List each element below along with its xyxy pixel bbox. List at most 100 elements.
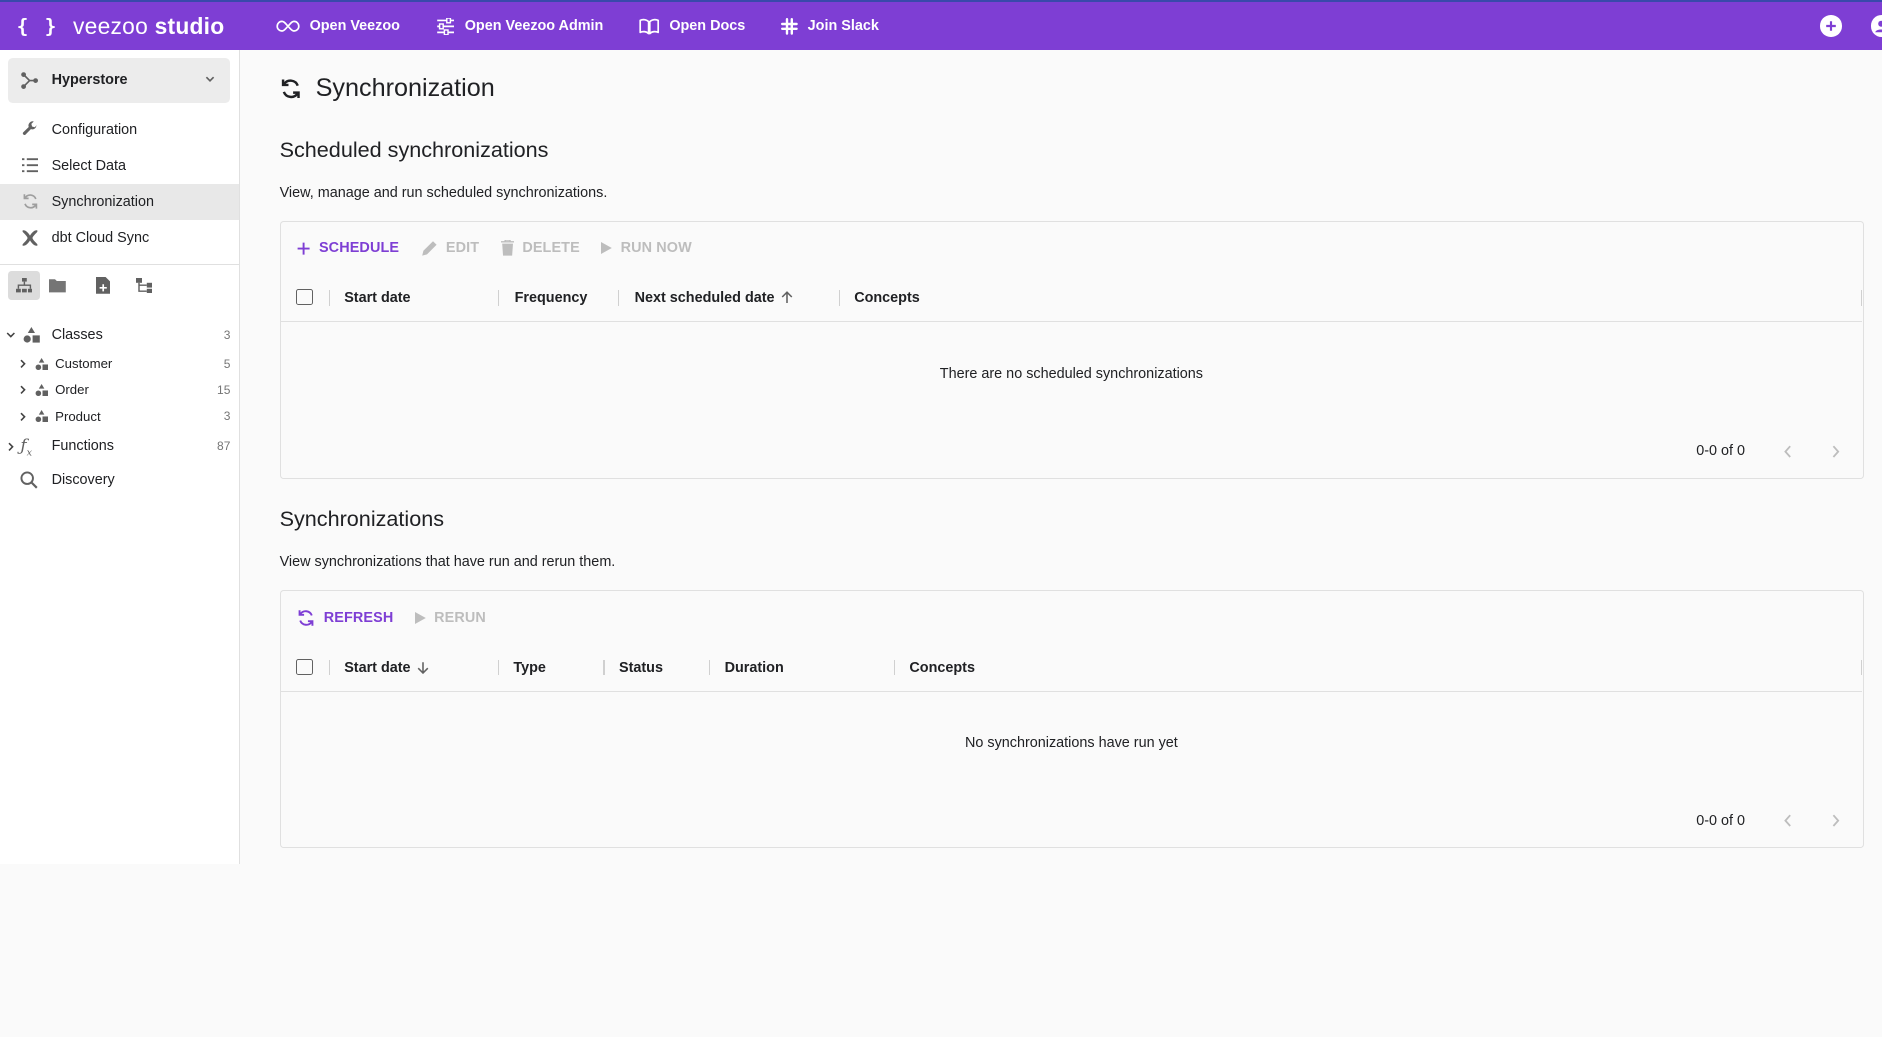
select-all-checkbox[interactable]	[296, 658, 313, 675]
tree-customer-count: 5	[223, 356, 231, 371]
history-toolbar: Refresh Rerun	[297, 606, 507, 630]
tree-item-classes[interactable]: Classes 3	[0, 322, 239, 348]
graph-nodes-icon	[21, 71, 39, 89]
run-now-button[interactable]: Run now	[601, 240, 692, 257]
chevron-right-icon	[20, 412, 26, 421]
delete-button[interactable]: Delete	[500, 240, 580, 257]
nav-select-data-label: Select Data	[51, 157, 126, 174]
column-separator	[1860, 659, 1863, 676]
chevron-right-icon	[1833, 445, 1840, 458]
tree-item-functions[interactable]: ƒx Functions 87	[0, 433, 239, 459]
project-name: Hyperstore	[51, 72, 128, 89]
scheduled-toolbar: Schedule Edit Delete Run now	[297, 236, 713, 260]
chevron-right-icon	[20, 385, 26, 395]
chevron-right-icon	[20, 359, 26, 368]
chevron-right-icon	[8, 442, 14, 451]
tree-structure-button[interactable]	[128, 271, 159, 300]
column-concepts[interactable]: Concepts	[854, 275, 920, 322]
column-type[interactable]: Type	[513, 644, 546, 691]
chevron-left-icon	[1784, 445, 1792, 458]
tree-order-label: Order	[55, 382, 89, 398]
open-veezoo-label: Open Veezoo	[309, 18, 400, 35]
shapes-icon	[35, 357, 48, 370]
column-duration[interactable]: Duration	[725, 644, 784, 691]
sidebar: Hyperstore Configuration Select Data Syn…	[0, 50, 240, 864]
rerun-button[interactable]: Rerun	[414, 609, 486, 626]
column-start-date[interactable]: Start date	[344, 275, 410, 322]
refresh-button[interactable]: Refresh	[297, 609, 393, 627]
tree-item-product[interactable]: Product 3	[0, 404, 239, 428]
folder-view-button[interactable]	[42, 271, 73, 300]
chevron-down-icon	[205, 76, 215, 83]
open-docs-label: Open Docs	[669, 18, 746, 35]
add-button[interactable]	[1820, 15, 1842, 37]
previous-page-button[interactable]	[1779, 811, 1798, 830]
play-icon	[601, 242, 613, 255]
play-icon	[414, 611, 426, 624]
chevron-right-icon	[1833, 815, 1840, 827]
brand-logo[interactable]: { } veezoo studio	[17, 13, 276, 40]
slack-icon	[781, 17, 799, 35]
sliders-icon	[437, 17, 454, 35]
column-separator	[603, 659, 605, 676]
delete-button-label: Delete	[522, 240, 580, 257]
tree-classes-count: 3	[223, 327, 231, 342]
pagination-range: 0-0 of 0	[1696, 813, 1746, 829]
column-separator	[497, 290, 499, 306]
schedule-button[interactable]: Schedule	[297, 240, 399, 256]
column-concepts[interactable]: Concepts	[909, 644, 975, 691]
column-next-scheduled-date[interactable]: Next scheduled date	[635, 275, 793, 322]
select-all-checkbox[interactable]	[296, 288, 313, 306]
arrow-down-icon	[417, 662, 428, 675]
previous-page-button[interactable]	[1779, 442, 1798, 461]
column-separator	[328, 290, 330, 306]
brand-braces: { }	[16, 14, 59, 38]
nav-synchronization-label: Synchronization	[51, 193, 154, 210]
history-section-title: Synchronizations	[279, 506, 445, 532]
view-toggle-group	[8, 271, 162, 300]
open-docs-link[interactable]: Open Docs	[639, 18, 745, 35]
wrench-icon	[19, 119, 41, 141]
brand-name: veezoo studio	[73, 12, 225, 39]
tree-item-customer[interactable]: Customer 5	[0, 352, 239, 376]
page-title-text: Synchronization	[315, 74, 495, 103]
nav-dbt-cloud-sync[interactable]: dbt Cloud Sync	[0, 220, 239, 256]
open-veezoo-link[interactable]: Open Veezoo	[276, 18, 400, 34]
open-veezoo-admin-link[interactable]: Open Veezoo Admin	[436, 17, 603, 35]
tree-product-count: 3	[223, 409, 231, 424]
project-selector[interactable]: Hyperstore	[8, 57, 231, 104]
rerun-button-label: Rerun	[434, 609, 486, 626]
nav-configuration[interactable]: Configuration	[0, 112, 239, 148]
tree-item-discovery[interactable]: Discovery	[0, 467, 239, 493]
edit-button[interactable]: Edit	[421, 240, 479, 257]
nav-synchronization[interactable]: Synchronization	[0, 183, 239, 220]
join-slack-link[interactable]: Join Slack	[781, 17, 879, 35]
tree-order-count: 15	[217, 382, 231, 397]
next-page-button[interactable]	[1827, 442, 1846, 461]
top-bar: { } veezoo studio Open Veezoo Open Veezo…	[0, 0, 1882, 51]
nav-select-data[interactable]: Select Data	[0, 148, 239, 184]
book-icon	[639, 18, 660, 35]
sidebar-divider	[0, 263, 239, 266]
tree-functions-label: Functions	[51, 438, 114, 455]
account-button[interactable]	[1870, 15, 1882, 37]
history-table: Refresh Rerun Start date Type Status	[279, 590, 1864, 849]
scheduled-empty-message: There are no scheduled synchronizations	[939, 365, 1203, 382]
tree-item-order[interactable]: Order 15	[0, 378, 239, 402]
scheduled-section-title: Scheduled synchronizations	[279, 136, 549, 162]
column-separator	[617, 290, 619, 306]
search-icon	[20, 471, 38, 489]
column-frequency[interactable]: Frequency	[515, 275, 588, 322]
run-now-button-label: Run now	[620, 240, 692, 257]
next-page-button[interactable]	[1827, 811, 1846, 830]
tree-product-label: Product	[55, 408, 101, 424]
schedule-button-label: Schedule	[318, 240, 400, 257]
hierarchy-view-button[interactable]	[8, 271, 40, 300]
trash-icon	[500, 240, 514, 256]
new-file-button[interactable]	[88, 271, 119, 300]
column-start-date[interactable]: Start date	[344, 644, 428, 691]
column-status[interactable]: Status	[619, 644, 663, 691]
nav-dbt-cloud-sync-label: dbt Cloud Sync	[51, 229, 150, 246]
shapes-icon	[35, 410, 48, 423]
column-separator	[497, 659, 499, 676]
